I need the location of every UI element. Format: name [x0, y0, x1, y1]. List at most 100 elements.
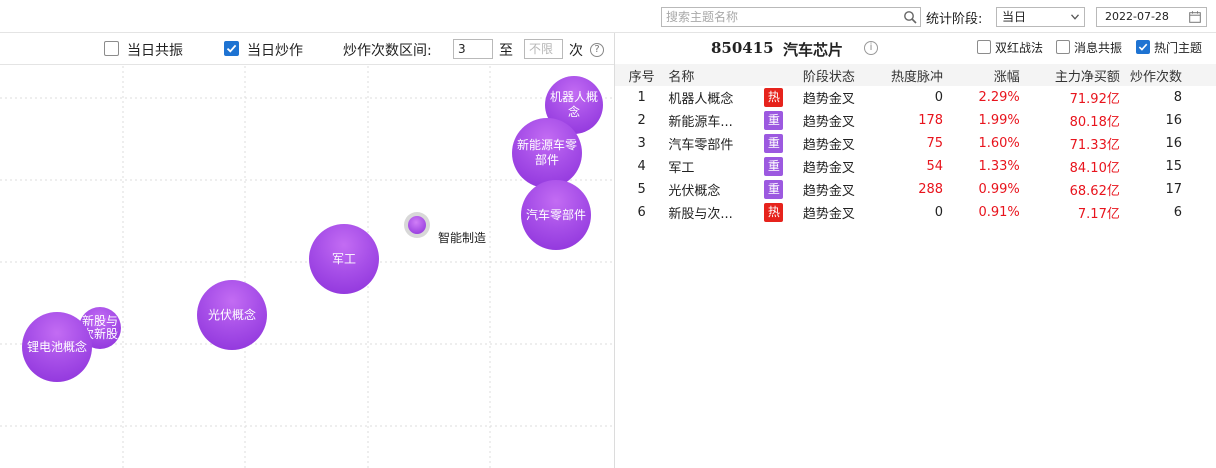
stat-stage-value: 当日 — [1002, 10, 1027, 24]
row-change: 2.29% — [978, 90, 1020, 105]
row-count: 6 — [1173, 205, 1182, 220]
bubble-chart-panel: 当日共振 当日炒作 炒作次数区间: 3 至 不限 次 ? 机器人概念 新能源车零… — [0, 33, 614, 468]
row-flow: 68.62亿 — [1069, 184, 1120, 199]
chevron-down-icon — [1071, 14, 1079, 20]
table-row[interactable]: 3 汽车零部件 重 趋势金叉 75 1.60% 71.33亿 16 — [615, 132, 1216, 155]
row-change: 0.99% — [978, 182, 1020, 197]
help-icon[interactable]: ? — [590, 43, 604, 57]
hot-badge: 热 — [764, 88, 784, 107]
row-pulse: 178 — [918, 113, 944, 128]
range-min-input[interactable]: 3 — [453, 39, 493, 59]
top-toolbar: 统计阶段: 当日 2022-07-28 — [0, 0, 1216, 33]
range-max-input[interactable]: 不限 — [524, 39, 563, 59]
hot-badge: 热 — [764, 203, 784, 222]
bubble-smart-manufacturing[interactable] — [404, 212, 430, 238]
col-heat-pulse[interactable]: 热度脉冲 — [869, 64, 950, 86]
check-icon — [226, 44, 237, 53]
filter-bar: 当日共振 当日炒作 炒作次数区间: 3 至 不限 次 ? — [0, 33, 614, 65]
table-row[interactable]: 4 军工 重 趋势金叉 54 1.33% 84.10亿 15 — [615, 155, 1216, 178]
row-flow: 84.10亿 — [1069, 161, 1120, 176]
table-header-row: 序号 名称 阶段状态 热度脉冲 涨幅 主力净买额 炒作次数 — [615, 64, 1216, 86]
row-name: 军工 — [668, 161, 695, 176]
row-pulse: 288 — [918, 182, 944, 197]
row-stage: 趋势金叉 — [802, 184, 855, 199]
bubble-dot — [408, 216, 426, 234]
bubble-lithium-battery[interactable]: 锂电池概念 — [22, 312, 92, 382]
row-flow: 80.18亿 — [1069, 115, 1120, 130]
col-stage[interactable]: 阶段状态 — [802, 64, 870, 86]
theme-search-input[interactable] — [662, 8, 898, 26]
row-stage: 趋势金叉 — [802, 138, 855, 153]
theme-code: 850415 — [711, 39, 774, 57]
table-row[interactable]: 2 新能源车... 重 趋势金叉 178 1.99% 80.18亿 16 — [615, 109, 1216, 132]
news-resonance-label[interactable]: 消息共振 — [1074, 39, 1122, 56]
bubble-label: 军工 — [331, 251, 356, 266]
table-row[interactable]: 5 光伏概念 重 趋势金叉 288 0.99% 68.62亿 17 — [615, 178, 1216, 201]
row-name: 汽车零部件 — [668, 138, 734, 153]
same-day-resonance-checkbox[interactable] — [104, 41, 119, 56]
row-count: 17 — [1165, 182, 1182, 197]
search-icon[interactable] — [903, 10, 917, 24]
col-name[interactable]: 名称 — [668, 64, 765, 86]
col-change[interactable]: 涨幅 — [949, 64, 1024, 86]
same-day-resonance-label[interactable]: 当日共振 — [127, 40, 183, 60]
theme-search-box[interactable] — [661, 7, 921, 27]
bubble-label: 新能源车零部件 — [516, 138, 577, 167]
row-stage: 趋势金叉 — [802, 207, 855, 222]
bubble-military[interactable]: 军工 — [309, 224, 379, 294]
row-index: 4 — [637, 159, 646, 174]
heavy-badge: 重 — [764, 180, 784, 199]
row-index: 3 — [637, 136, 646, 151]
news-resonance-checkbox[interactable] — [1056, 40, 1070, 54]
table-row[interactable]: 1 机器人概念 热 趋势金叉 0 2.29% 71.92亿 8 — [615, 86, 1216, 109]
col-index[interactable]: 序号 — [615, 64, 669, 86]
row-change: 1.99% — [978, 113, 1020, 128]
double-red-label[interactable]: 双红战法 — [995, 39, 1043, 56]
bubble-pv-concept[interactable]: 光伏概念 — [197, 280, 267, 350]
row-flow: 7.17亿 — [1077, 207, 1120, 222]
theme-name: 汽车芯片 — [783, 41, 844, 59]
info-icon[interactable]: i — [864, 41, 878, 55]
row-name: 新股与次... — [668, 207, 733, 222]
row-index: 1 — [637, 90, 646, 105]
col-tag — [764, 64, 803, 86]
row-count: 15 — [1165, 159, 1182, 174]
hot-theme-label[interactable]: 热门主题 — [1154, 39, 1202, 56]
calendar-icon[interactable] — [1189, 11, 1201, 23]
heavy-badge: 重 — [764, 134, 784, 153]
row-pulse: 54 — [926, 159, 944, 174]
date-picker[interactable]: 2022-07-28 — [1096, 7, 1207, 27]
row-pulse: 75 — [926, 136, 944, 151]
date-value: 2022-07-28 — [1105, 10, 1169, 23]
same-day-hype-label[interactable]: 当日炒作 — [247, 40, 303, 60]
same-day-hype-checkbox[interactable] — [224, 41, 239, 56]
check-icon — [1138, 43, 1148, 51]
table-row[interactable]: 6 新股与次... 热 趋势金叉 0 0.91% 7.17亿 6 — [615, 201, 1216, 224]
bubble-nev-parts[interactable]: 新能源车零部件 — [512, 118, 582, 188]
bubble-auto-parts[interactable]: 汽车零部件 — [521, 180, 591, 250]
row-flow: 71.33亿 — [1069, 138, 1120, 153]
hot-theme-checkbox[interactable] — [1136, 40, 1150, 54]
row-pulse: 0 — [934, 90, 944, 105]
row-change: 0.91% — [978, 205, 1020, 220]
row-pulse: 0 — [934, 205, 944, 220]
double-red-checkbox[interactable] — [977, 40, 991, 54]
row-change: 1.33% — [978, 159, 1020, 174]
bubble-label: 汽车零部件 — [525, 207, 586, 222]
constituent-table: 序号 名称 阶段状态 热度脉冲 涨幅 主力净买额 炒作次数 1 机器人概念 热 … — [615, 64, 1216, 224]
stat-stage-select[interactable]: 当日 — [996, 7, 1085, 27]
bubble-label: 智能制造 — [438, 231, 487, 245]
heavy-badge: 重 — [764, 111, 784, 130]
row-index: 6 — [637, 205, 646, 220]
stat-stage-label: 统计阶段: — [926, 12, 983, 27]
col-hype-count[interactable]: 炒作次数 — [1119, 64, 1216, 86]
row-change: 1.60% — [978, 136, 1020, 151]
row-count: 8 — [1173, 90, 1182, 105]
row-name: 机器人概念 — [668, 92, 734, 107]
bubble-label: 锂电池概念 — [26, 339, 87, 354]
theme-detail-panel: 850415 汽车芯片 i 双红战法 消息共振 热门主题 序号 名称 阶段状态 … — [615, 33, 1216, 468]
range-unit-label: 次 — [569, 43, 583, 59]
col-main-net-buy[interactable]: 主力净买额 — [1023, 64, 1120, 86]
row-name: 光伏概念 — [668, 184, 721, 199]
row-stage: 趋势金叉 — [802, 115, 855, 130]
